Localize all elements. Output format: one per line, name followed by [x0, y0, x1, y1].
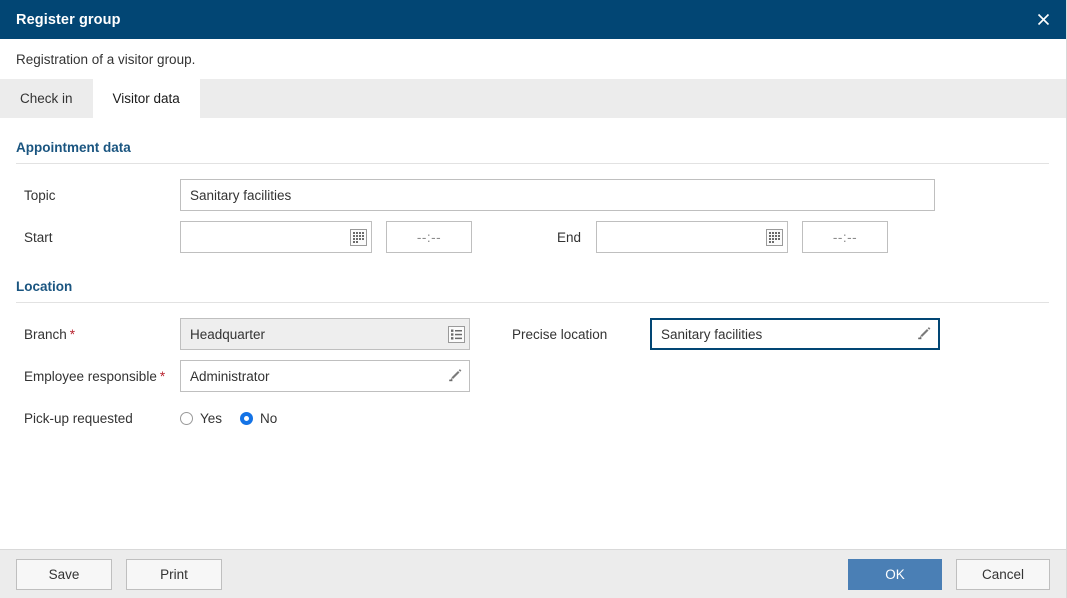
precise-location-input[interactable]: Sanitary facilities	[650, 318, 940, 350]
section-divider-appointment	[16, 163, 1049, 164]
end-date-input[interactable]	[596, 221, 788, 253]
pickup-radio-yes-label: Yes	[200, 410, 223, 426]
dialog-title: Register group	[16, 11, 121, 28]
cancel-button[interactable]: Cancel	[956, 558, 1050, 590]
end-date-picker-button[interactable]	[761, 222, 787, 252]
branch-input-value: Headquarter	[190, 326, 266, 342]
label-precise-location: Precise location	[512, 326, 608, 342]
calendar-icon	[349, 228, 367, 246]
precise-location-edit-button[interactable]	[912, 319, 938, 349]
section-divider-location	[16, 302, 1049, 303]
tab-visitor-data[interactable]: Visitor data	[92, 79, 200, 118]
topic-input-value: Sanitary facilities	[190, 187, 292, 203]
start-date-input[interactable]	[180, 221, 372, 253]
calendar-icon	[765, 228, 783, 246]
label-employee-responsible: Employee responsible *	[0, 369, 180, 384]
pencil-icon	[449, 369, 462, 382]
label-employee-responsible-text: Employee responsible	[24, 368, 157, 384]
register-group-dialog: Register group Registration of a visitor…	[0, 0, 1067, 598]
start-date-picker-button[interactable]	[345, 222, 371, 252]
precise-location-value: Sanitary facilities	[661, 326, 763, 342]
label-topic: Topic	[24, 187, 56, 203]
employee-responsible-input[interactable]: Administrator	[180, 360, 470, 392]
pickup-radio-no[interactable]: No	[240, 411, 277, 426]
ok-button[interactable]: OK	[848, 558, 942, 590]
section-title-appointment-data: Appointment data	[16, 140, 131, 155]
pencil-icon	[918, 327, 931, 340]
dialog-footer: Save Print OK Cancel	[0, 549, 1066, 598]
employee-responsible-edit-button[interactable]	[443, 361, 469, 391]
label-end: End	[557, 229, 582, 245]
print-button[interactable]: Print	[126, 558, 222, 590]
row-employee-responsible: Employee responsible * Administrator	[0, 360, 1066, 392]
dialog-titlebar: Register group	[0, 0, 1066, 39]
row-branch: Branch * Headquarter Precise location Sa…	[0, 318, 1066, 350]
employee-responsible-value: Administrator	[190, 368, 270, 384]
start-time-input[interactable]: --:--	[386, 221, 472, 253]
list-select-icon	[447, 325, 465, 343]
end-time-value: --:--	[832, 229, 858, 245]
branch-input[interactable]: Headquarter	[180, 318, 470, 350]
dialog-body: Appointment data Topic Sanitary faciliti…	[0, 118, 1066, 549]
close-icon	[1037, 13, 1049, 26]
label-branch: Branch *	[0, 327, 180, 342]
dialog-subtitle-bar: Registration of a visitor group.	[0, 39, 1066, 79]
pickup-radio-yes[interactable]: Yes	[180, 411, 222, 426]
row-pickup-requested: Pick-up requested Yes No	[0, 402, 1066, 434]
label-branch-text: Branch	[24, 326, 67, 342]
save-button[interactable]: Save	[16, 558, 112, 590]
pickup-radio-group: Yes No	[180, 411, 295, 426]
close-button[interactable]	[1020, 0, 1066, 39]
radio-unchecked-icon	[180, 411, 193, 425]
pickup-radio-no-label: No	[260, 410, 278, 426]
section-title-location: Location	[16, 279, 73, 294]
start-time-value: --:--	[416, 229, 442, 245]
branch-required-marker: *	[69, 326, 76, 342]
label-start: Start	[24, 229, 53, 245]
label-pickup-requested: Pick-up requested	[24, 410, 133, 426]
tab-strip: Check in Visitor data	[0, 79, 1066, 118]
tab-check-in[interactable]: Check in	[0, 79, 93, 118]
dialog-subtitle: Registration of a visitor group.	[16, 51, 196, 67]
employee-required-marker: *	[159, 368, 166, 384]
row-topic: Topic Sanitary facilities	[0, 179, 1066, 211]
topic-input[interactable]: Sanitary facilities	[180, 179, 935, 211]
end-time-input[interactable]: --:--	[802, 221, 888, 253]
radio-checked-icon	[240, 411, 254, 425]
branch-select-button[interactable]	[443, 319, 469, 349]
row-start-end: Start --:-- End --:--	[0, 221, 1066, 253]
